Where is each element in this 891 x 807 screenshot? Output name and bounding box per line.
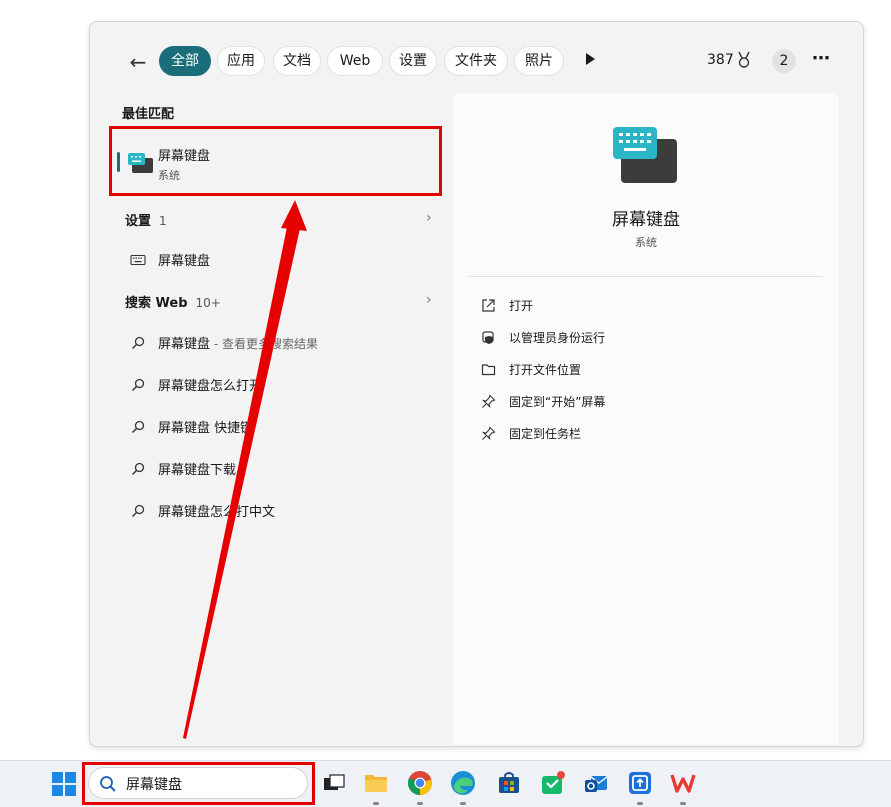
settings-item-label: 屏幕键盘 xyxy=(158,254,211,269)
pin-icon xyxy=(481,394,496,409)
microsoft-store-icon[interactable] xyxy=(496,770,522,796)
chrome-icon[interactable] xyxy=(407,770,433,796)
web-group-label: 搜索 Web xyxy=(125,296,188,311)
taskbar-search-input[interactable]: 屏幕键盘 xyxy=(88,767,308,799)
wps-office-icon[interactable] xyxy=(670,770,696,796)
web-suggestion-label: 屏幕键盘下载 xyxy=(158,463,237,478)
search-icon xyxy=(132,420,145,433)
outlook-icon[interactable] xyxy=(583,770,609,796)
best-match-title: 屏幕键盘 xyxy=(158,149,211,164)
onscreen-keyboard-app-icon xyxy=(613,127,677,183)
tab-photos[interactable]: 照片 xyxy=(514,46,564,76)
tab-web[interactable]: Web xyxy=(327,46,383,76)
edge-icon[interactable] xyxy=(450,770,476,796)
taskbar: 屏幕键盘 xyxy=(0,760,891,807)
windows-start-icon[interactable] xyxy=(52,772,76,796)
notification-count-badge[interactable]: 2 xyxy=(772,49,796,73)
chevron-right-icon[interactable]: › xyxy=(426,210,432,226)
task-view-icon[interactable] xyxy=(321,770,347,796)
running-indicator xyxy=(460,802,466,805)
tab-settings[interactable]: 设置 xyxy=(389,46,437,76)
more-filters-play-icon[interactable] xyxy=(586,53,595,65)
detail-subtitle: 系统 xyxy=(635,236,657,249)
taskbar-search-text: 屏幕键盘 xyxy=(126,777,182,793)
pin-icon xyxy=(481,426,496,441)
upload-app-icon[interactable] xyxy=(627,770,653,796)
file-explorer-icon[interactable] xyxy=(363,770,389,796)
suggestion-suffix: - 查看更多搜索结果 xyxy=(210,337,318,351)
settings-group-header[interactable]: 设置 1 xyxy=(125,210,167,229)
filter-bar: ← 全部 应用 文档 Web 设置 文件夹 照片 387 2 ⋯ xyxy=(90,46,863,78)
running-indicator xyxy=(680,802,686,805)
open-external-icon xyxy=(482,299,495,312)
keyboard-icon xyxy=(130,254,146,266)
search-icon xyxy=(100,776,116,792)
action-label: 以管理员身份运行 xyxy=(509,331,606,345)
shopping-bag-app-icon[interactable] xyxy=(540,770,566,796)
web-suggestion-label: 屏幕键盘怎么打开 xyxy=(158,379,263,394)
tab-apps[interactable]: 应用 xyxy=(217,46,265,76)
best-match-header: 最佳匹配 xyxy=(122,107,175,122)
onscreen-keyboard-app-icon xyxy=(128,153,153,173)
chevron-right-icon[interactable]: › xyxy=(426,292,432,308)
web-suggestion-label: 屏幕键盘 - 查看更多搜索结果 xyxy=(158,333,318,352)
web-suggestion-label: 屏幕键盘 快捷键 xyxy=(158,421,254,436)
tab-folders[interactable]: 文件夹 xyxy=(444,46,508,76)
selection-indicator xyxy=(117,152,120,172)
folder-icon xyxy=(481,364,496,376)
medal-icon[interactable] xyxy=(736,51,752,69)
search-icon xyxy=(132,378,145,391)
running-indicator xyxy=(637,802,643,805)
shield-icon xyxy=(482,331,494,344)
running-indicator xyxy=(373,802,379,805)
detail-divider xyxy=(469,276,823,277)
tab-all[interactable]: 全部 xyxy=(159,46,211,76)
settings-group-count: 1 xyxy=(159,214,167,228)
action-label: 固定到“开始”屏幕 xyxy=(509,395,606,409)
search-icon xyxy=(132,462,145,475)
more-options-icon[interactable]: ⋯ xyxy=(812,48,831,69)
detail-pane: 屏幕键盘 系统 打开 以管理员身份运行 打开文件位置 固定到“开始”屏幕 固定到… xyxy=(453,93,839,745)
tab-documents[interactable]: 文档 xyxy=(273,46,321,76)
rewards-points: 387 xyxy=(707,52,734,68)
back-button[interactable]: ← xyxy=(126,50,150,74)
search-icon xyxy=(132,336,145,349)
detail-title: 屏幕键盘 xyxy=(612,210,680,230)
web-group-header[interactable]: 搜索 Web 10+ xyxy=(125,292,221,311)
best-match-subtitle: 系统 xyxy=(158,169,180,182)
search-icon xyxy=(132,504,145,517)
web-group-count: 10+ xyxy=(195,296,221,310)
action-label: 打开文件位置 xyxy=(509,363,582,377)
settings-group-label: 设置 xyxy=(125,214,152,229)
web-suggestion-label: 屏幕键盘怎么打中文 xyxy=(158,505,276,520)
action-label: 固定到任务栏 xyxy=(509,427,582,441)
running-indicator xyxy=(417,802,423,805)
action-label: 打开 xyxy=(509,299,534,313)
suggestion-text: 屏幕键盘 xyxy=(158,337,211,352)
